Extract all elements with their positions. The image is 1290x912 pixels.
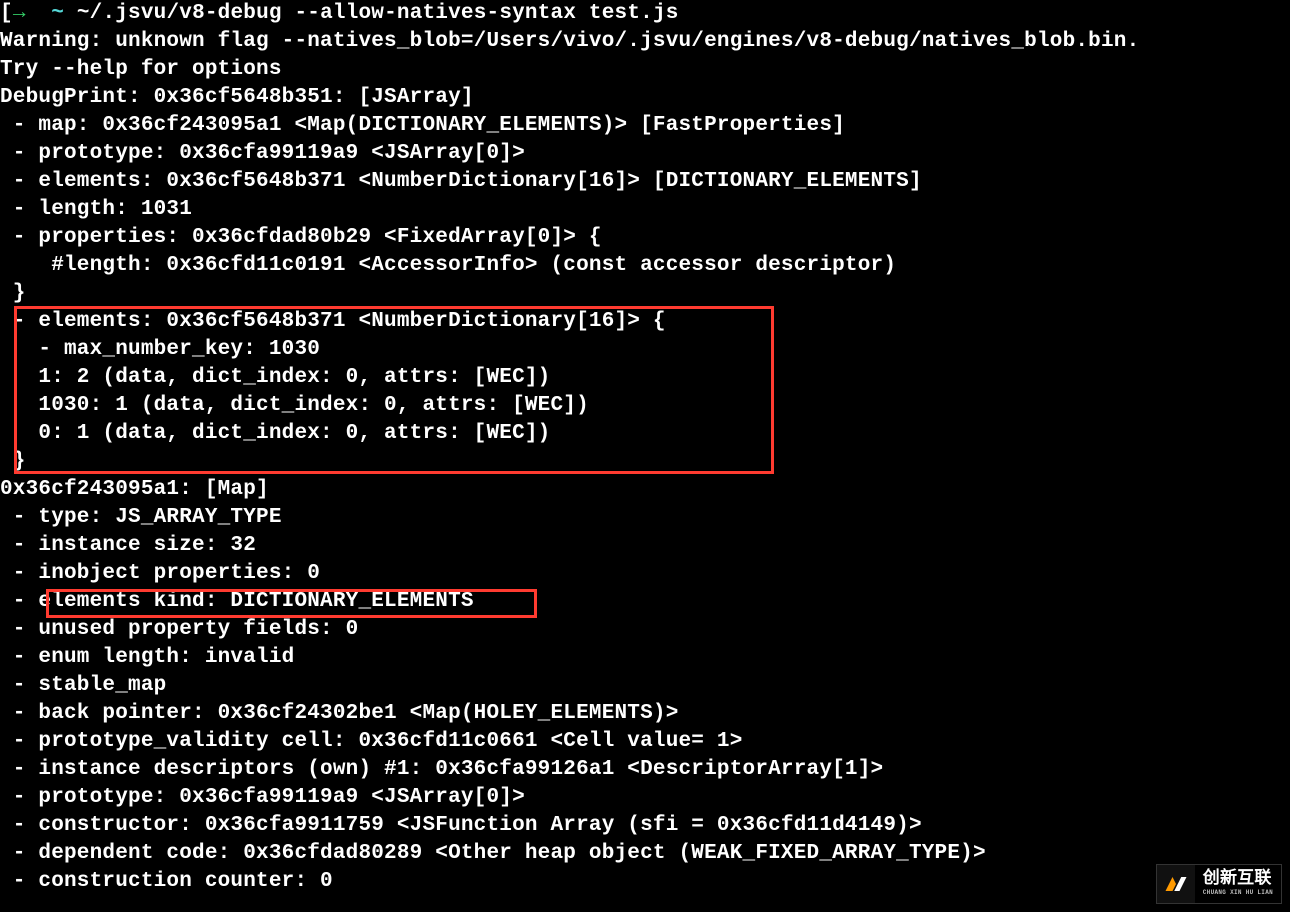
output-line: - elements: 0x36cf5648b371 <NumberDictio… [0,308,1290,336]
output-line: - type: JS_ARRAY_TYPE [0,504,1290,532]
arrow-icon: → [13,2,26,25]
output-line: - constructor: 0x36cfa9911759 <JSFunctio… [0,812,1290,840]
output-line: - enum length: invalid [0,644,1290,672]
output-line: - prototype_validity cell: 0x36cfd11c066… [0,728,1290,756]
output-line: - unused property fields: 0 [0,616,1290,644]
terminal-output: [→ ~ ~/.jsvu/v8-debug --allow-natives-sy… [0,0,1290,912]
output-line: 1: 2 (data, dict_index: 0, attrs: [WEC]) [0,364,1290,392]
watermark: 创新互联 CHUANG XIN HU LIAN [1156,864,1282,904]
output-line: } [0,280,1290,308]
watermark-text: 创新互联 CHUANG XIN HU LIAN [1195,871,1281,896]
cwd: ~ [51,2,64,25]
output-line: 1030: 1 (data, dict_index: 0, attrs: [WE… [0,392,1290,420]
output-line: - elements: 0x36cf5648b371 <NumberDictio… [0,168,1290,196]
output-line: DebugPrint: 0x36cf5648b351: [JSArray] [0,84,1290,112]
output-line: - prototype: 0x36cfa99119a9 <JSArray[0]> [0,140,1290,168]
output-line: - back pointer: 0x36cf24302be1 <Map(HOLE… [0,700,1290,728]
output-line: - max_number_key: 1030 [0,336,1290,364]
output-line: - dependent code: 0x36cfdad80289 <Other … [0,840,1290,868]
output-line: 0x36cf243095a1: [Map] [0,476,1290,504]
output-line: - map: 0x36cf243095a1 <Map(DICTIONARY_EL… [0,112,1290,140]
output-line: - instance size: 32 [0,532,1290,560]
bracket-open: [ [0,2,13,25]
output-line: - properties: 0x36cfdad80b29 <FixedArray… [0,224,1290,252]
output-line: - elements kind: DICTIONARY_ELEMENTS [0,588,1290,616]
watermark-logo-icon [1157,865,1195,903]
command-text: ~/.jsvu/v8-debug --allow-natives-syntax … [64,2,679,25]
output-line: - stable_map [0,672,1290,700]
output-line: Try --help for options [0,56,1290,84]
output-line: } [0,448,1290,476]
output-line: #length: 0x36cfd11c0191 <AccessorInfo> (… [0,252,1290,280]
output-line: - length: 1031 [0,196,1290,224]
output-line: - prototype: 0x36cfa99119a9 <JSArray[0]> [0,784,1290,812]
output-line: 0: 1 (data, dict_index: 0, attrs: [WEC]) [0,420,1290,448]
prompt-line: [→ ~ ~/.jsvu/v8-debug --allow-natives-sy… [0,0,1290,28]
watermark-cn: 创新互联 [1203,871,1273,890]
output-line: - inobject properties: 0 [0,560,1290,588]
output-line: Warning: unknown flag --natives_blob=/Us… [0,28,1290,56]
output-line: - construction counter: 0 [0,868,1290,896]
output-line: - instance descriptors (own) #1: 0x36cfa… [0,756,1290,784]
watermark-en: CHUANG XIN HU LIAN [1203,890,1273,897]
